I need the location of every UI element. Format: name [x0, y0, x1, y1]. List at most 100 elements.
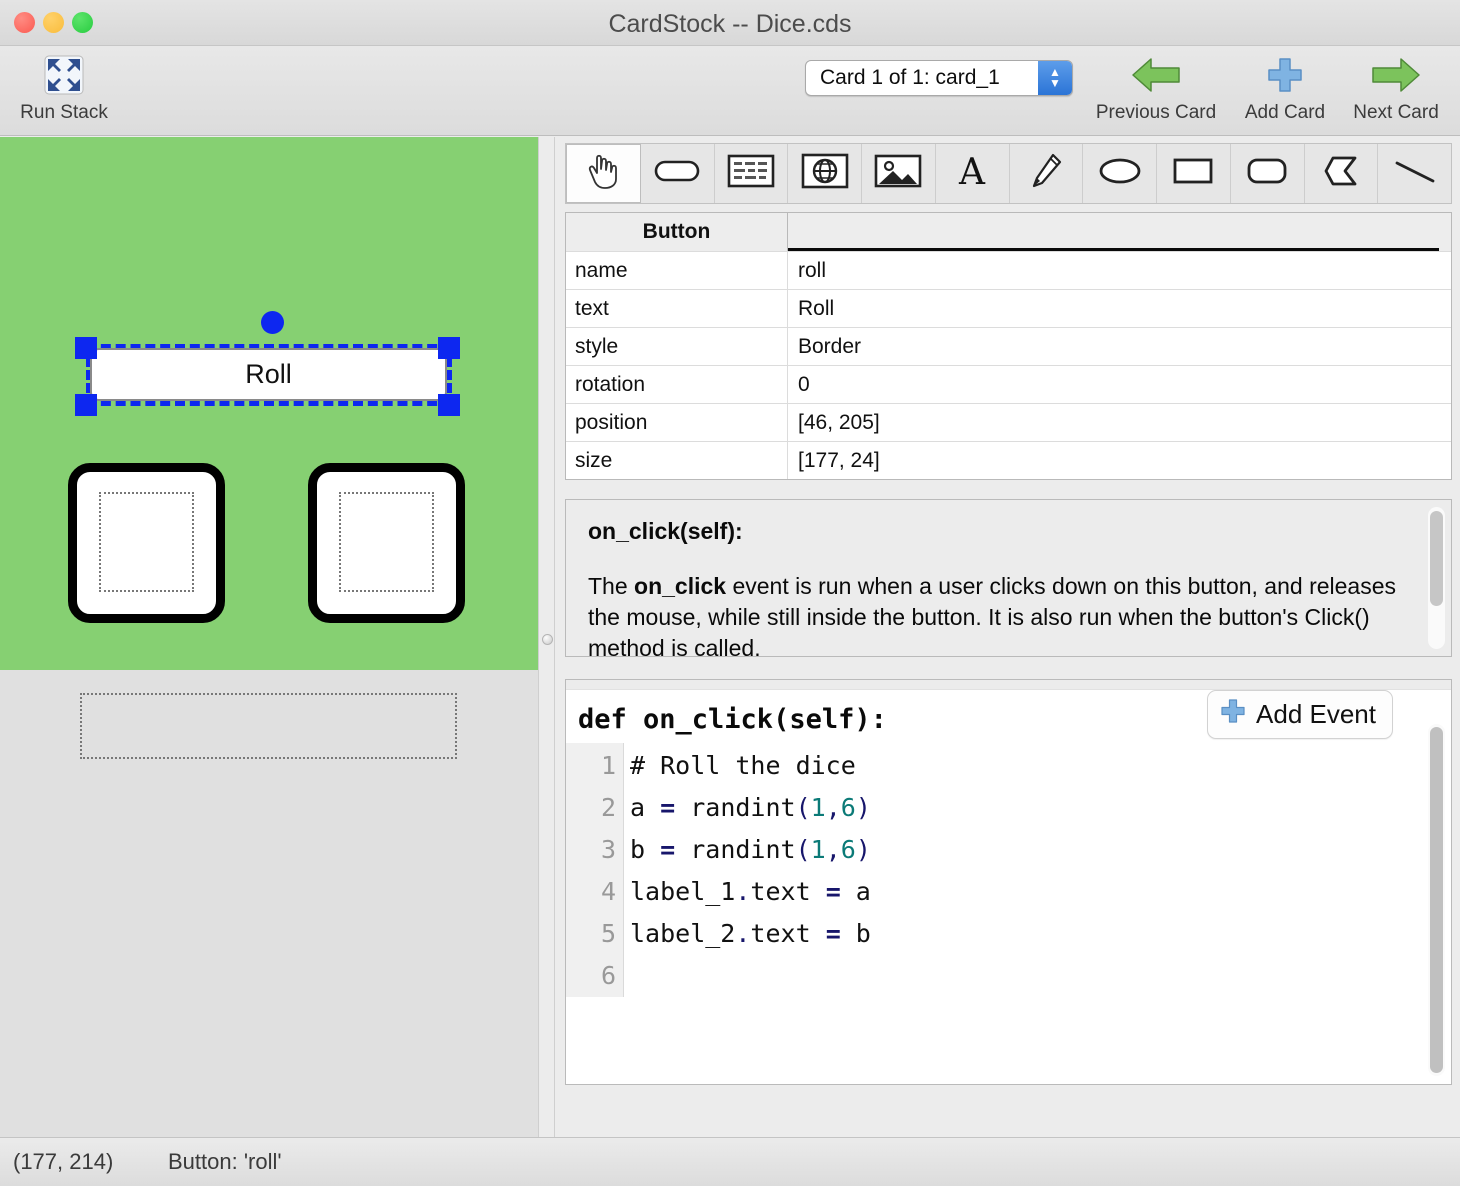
line-number: 1 [600, 751, 616, 780]
code-gutter: 1 2 3 4 5 6 [566, 743, 624, 997]
plus-icon [1220, 698, 1246, 731]
tool-round-rectangle[interactable] [1230, 144, 1305, 203]
title-bar: CardStock -- Dice.cds [0, 0, 1460, 46]
property-row-name[interactable]: name roll [566, 251, 1451, 289]
code-scrollbar-thumb[interactable] [1430, 727, 1443, 1073]
tool-text-field[interactable] [714, 144, 789, 203]
code-scrollbar[interactable] [1428, 724, 1445, 1076]
code-line-3: b = randint(1,6) [630, 835, 871, 864]
property-row-rotation[interactable]: rotation 0 [566, 365, 1451, 403]
property-row-size[interactable]: size [177, 24] [566, 441, 1451, 479]
plus-icon [1265, 52, 1305, 98]
property-key: text [566, 290, 788, 327]
chevron-down-icon: ▼ [1049, 76, 1061, 90]
code-line-4: label_1.text = a [630, 877, 871, 906]
tool-image[interactable] [862, 144, 936, 203]
resize-handle-top-right[interactable] [438, 337, 460, 359]
card-editor-pane: Roll [0, 137, 538, 1137]
tool-rectangle[interactable] [1157, 144, 1231, 203]
tool-text-label[interactable]: A [935, 144, 1010, 203]
rectangle-icon [1170, 155, 1216, 192]
tool-pen[interactable] [1009, 144, 1084, 203]
pane-splitter[interactable] [538, 137, 555, 1137]
property-value[interactable]: [46, 205] [788, 404, 1451, 441]
tool-palette: A [565, 143, 1452, 204]
code-editor-header [566, 680, 1451, 690]
card-object-die-2[interactable] [308, 463, 465, 623]
documentation-resize-grip[interactable] [1440, 645, 1451, 656]
main-toolbar: Run Stack Card 1 of 1: card_1 ▲ ▼ Previo… [0, 46, 1460, 136]
property-value[interactable]: [177, 24] [788, 442, 1451, 479]
status-selection: Button: 'roll' [168, 1149, 282, 1174]
next-card-button[interactable]: Next Card [1336, 52, 1456, 124]
property-table-object-type: Button [566, 213, 788, 251]
left-arrow-icon [1129, 52, 1183, 98]
documentation-scrollbar[interactable] [1428, 507, 1445, 649]
rotation-handle[interactable] [261, 311, 284, 334]
card-object-free-label[interactable] [80, 693, 457, 759]
card-object-die-1[interactable] [68, 463, 225, 623]
letter-a-icon: A [954, 152, 990, 195]
window-title: CardStock -- Dice.cds [608, 10, 852, 38]
property-key: style [566, 328, 788, 365]
property-value[interactable]: 0 [788, 366, 1451, 403]
next-card-label: Next Card [1353, 102, 1439, 123]
roll-button-label: Roll [245, 359, 292, 389]
code-editor-pane: Add Event def on_click(self): 1 2 3 4 5 … [565, 679, 1452, 1085]
stepper-icon[interactable]: ▲ ▼ [1038, 61, 1072, 95]
documentation-pane: on_click(self): The on_click event is ru… [565, 499, 1452, 657]
status-bar: (177, 214) Button: 'roll' [0, 1137, 1460, 1186]
expand-arrows-icon [42, 52, 86, 98]
documentation-scrollbar-thumb[interactable] [1430, 511, 1443, 606]
doc-text-pre: The [588, 573, 635, 599]
right-arrow-icon [1369, 52, 1423, 98]
globe-icon [801, 153, 849, 194]
add-card-label: Add Card [1244, 102, 1326, 123]
tool-button[interactable] [640, 144, 715, 203]
tool-polygon[interactable] [1304, 144, 1379, 203]
tool-oval[interactable] [1083, 144, 1157, 203]
status-coordinates: (177, 214) [13, 1149, 114, 1174]
polygon-icon [1321, 154, 1361, 193]
line-number: 3 [600, 835, 616, 864]
line-icon [1392, 155, 1438, 192]
svg-text:A: A [958, 152, 986, 190]
line-number: 6 [600, 961, 616, 990]
resize-handle-bottom-right[interactable] [438, 394, 460, 416]
property-key: rotation [566, 366, 788, 403]
property-table-value-header [788, 213, 1439, 251]
tool-hand[interactable] [566, 144, 641, 203]
code-line-5: label_2.text = b [630, 919, 871, 948]
inspector-pane: A Button name roll text Roll style Borde… [555, 137, 1460, 1137]
property-value[interactable]: Border [788, 328, 1451, 365]
splitter-grip-icon[interactable] [542, 634, 553, 645]
line-number: 4 [600, 877, 616, 906]
tool-web-view[interactable] [788, 144, 862, 203]
tool-line[interactable] [1378, 144, 1451, 203]
code-text-area[interactable]: # Roll the dice a = randint(1,6) b = ran… [624, 743, 1451, 997]
property-value[interactable]: Roll [788, 290, 1451, 327]
run-stack-button[interactable]: Run Stack [4, 52, 124, 124]
property-key: size [566, 442, 788, 479]
die-1-label-outline [99, 492, 194, 592]
card-object-roll-button[interactable]: Roll [90, 348, 447, 401]
property-row-style[interactable]: style Border [566, 327, 1451, 365]
add-event-label: Add Event [1256, 699, 1376, 729]
property-value[interactable]: roll [788, 252, 1451, 289]
card-canvas[interactable]: Roll [0, 137, 538, 759]
add-card-button[interactable]: Add Card [1225, 52, 1345, 124]
property-row-text[interactable]: text Roll [566, 289, 1451, 327]
property-row-position[interactable]: position [46, 205] [566, 403, 1451, 441]
resize-handle-bottom-left[interactable] [75, 394, 97, 416]
property-key: position [566, 404, 788, 441]
card-picker-value: Card 1 of 1: card_1 [820, 66, 1000, 89]
card-picker[interactable]: Card 1 of 1: card_1 ▲ ▼ [805, 60, 1073, 96]
documentation-text: The on_click event is run when a user cl… [588, 571, 1411, 656]
add-event-button[interactable]: Add Event [1207, 690, 1393, 739]
code-lines[interactable]: 1 2 3 4 5 6 # Roll the dice a = randint(… [566, 743, 1451, 997]
property-table-header: Button [566, 213, 1451, 251]
resize-handle-top-left[interactable] [75, 337, 97, 359]
button-icon [654, 158, 700, 189]
previous-card-button[interactable]: Previous Card [1096, 52, 1216, 124]
